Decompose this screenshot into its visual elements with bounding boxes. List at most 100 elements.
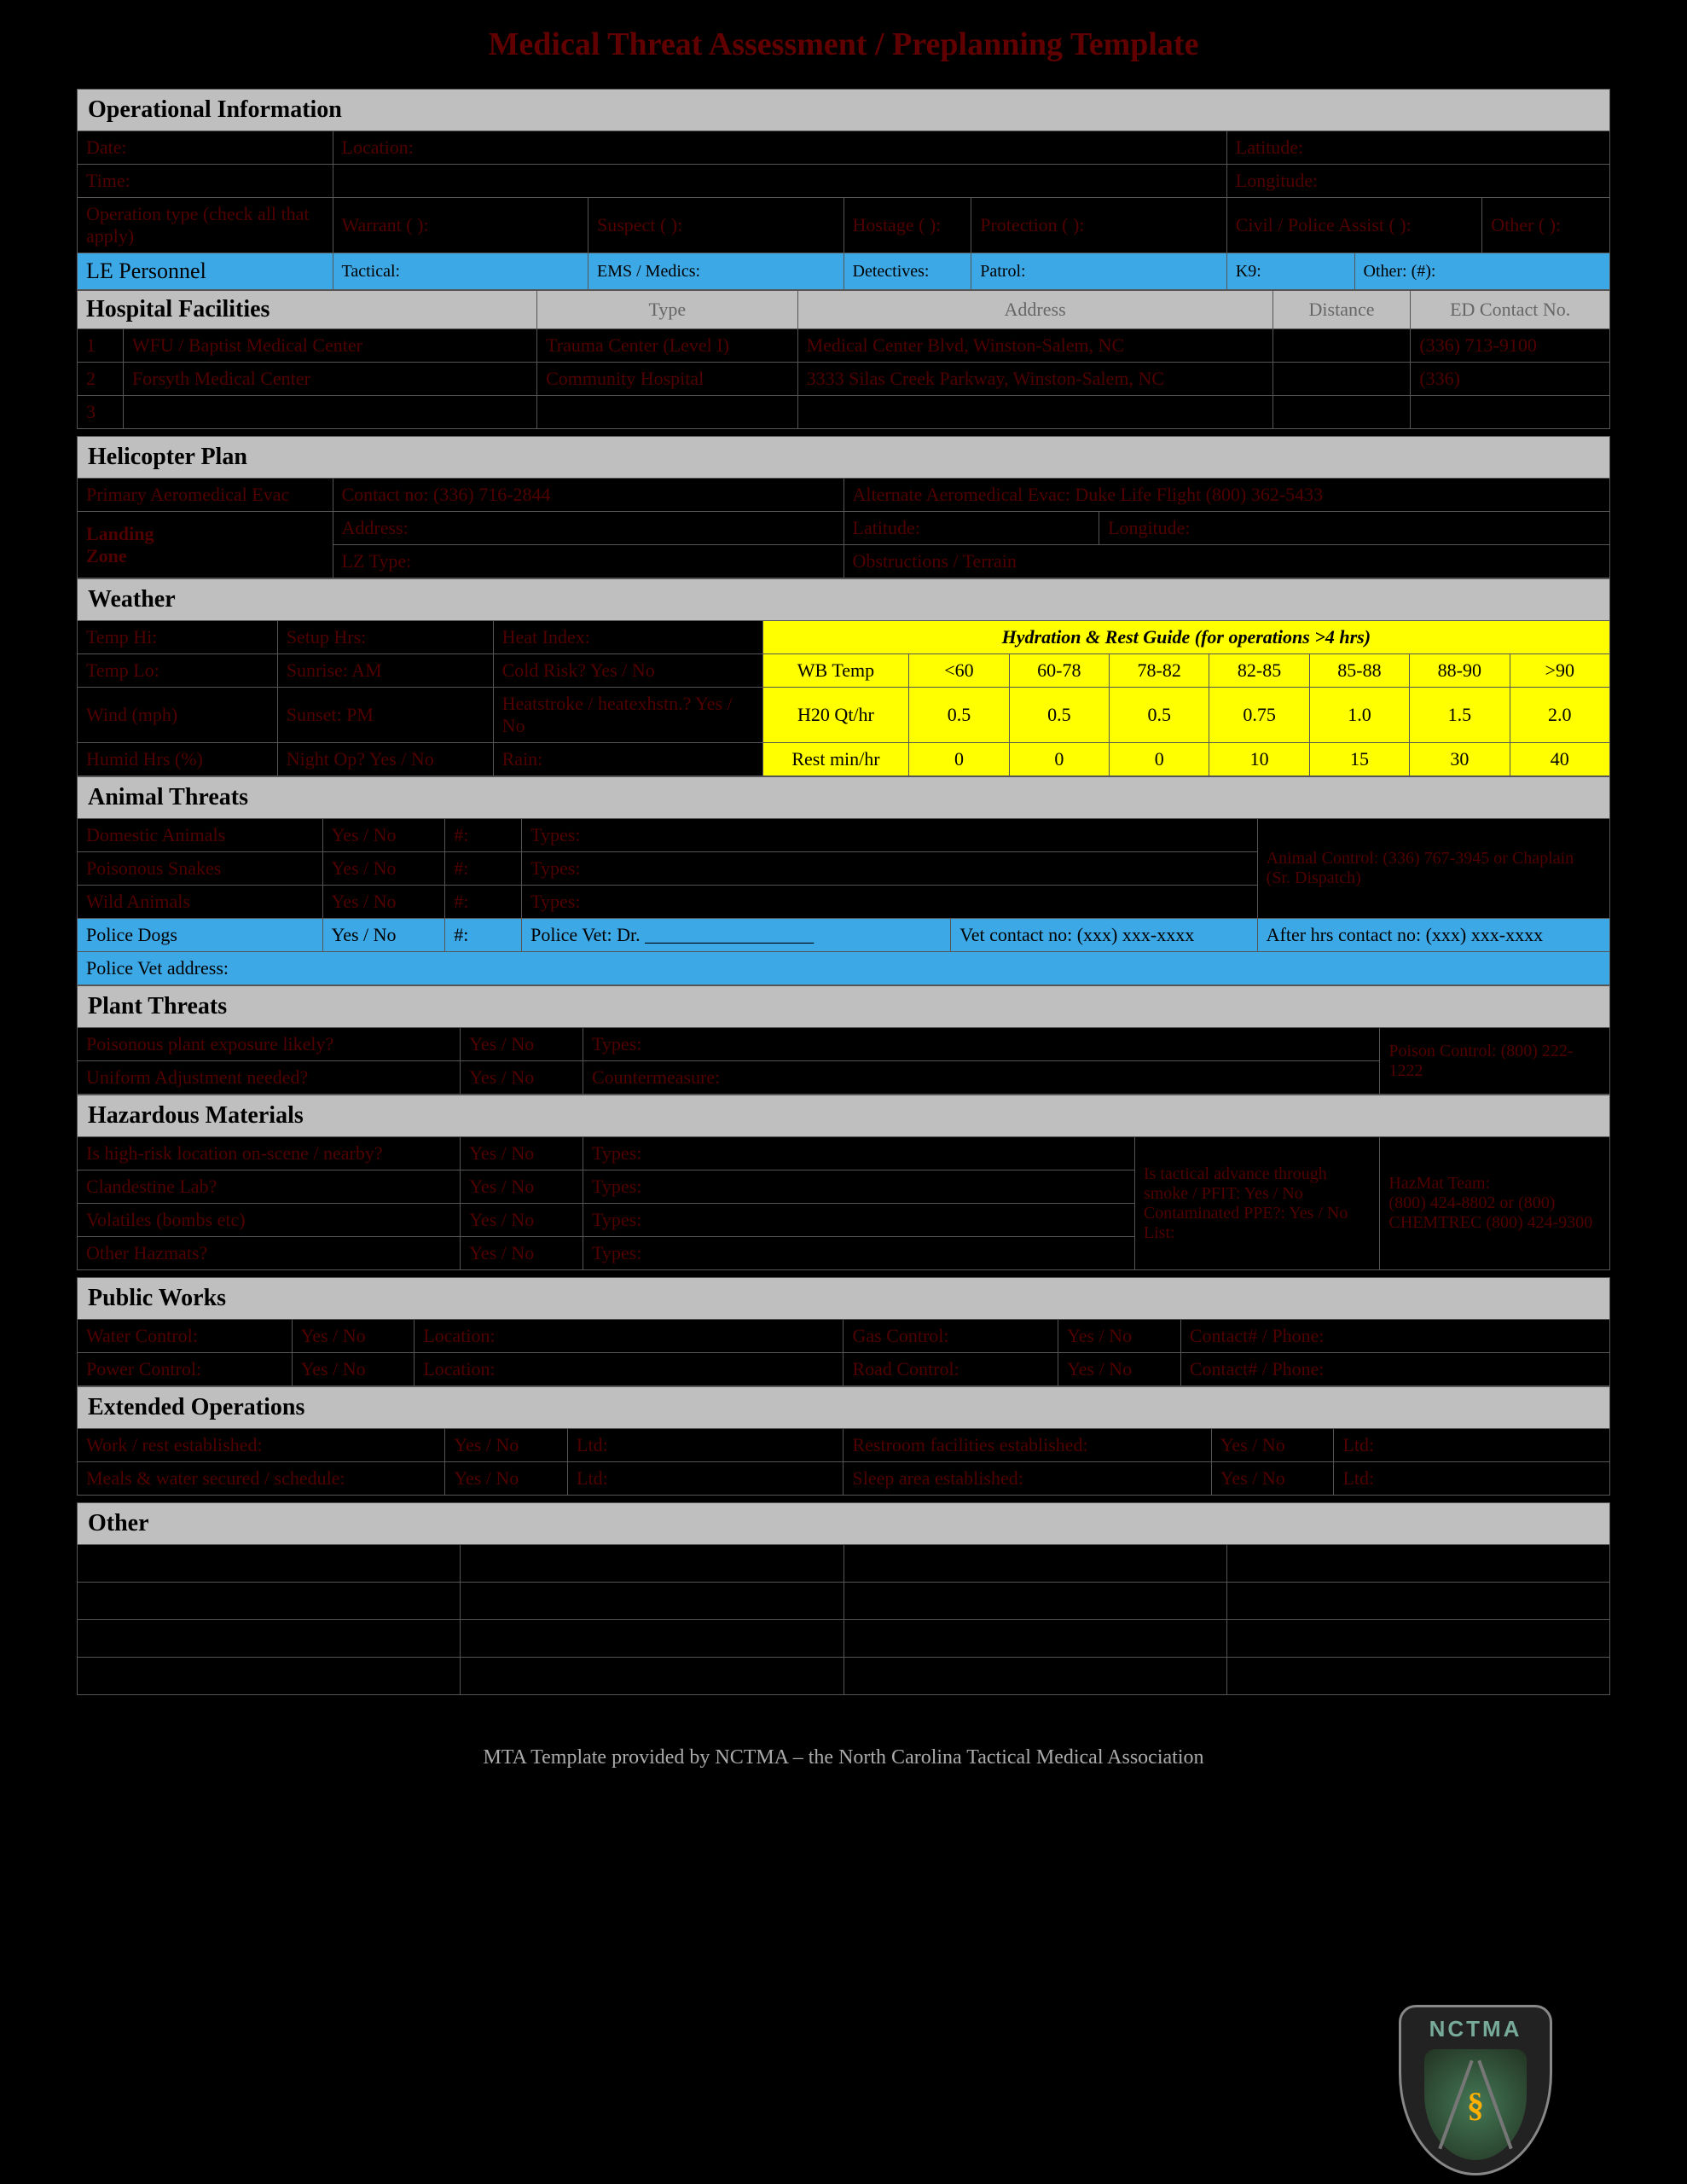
hosp-name[interactable] bbox=[123, 396, 536, 429]
other-cell[interactable] bbox=[1226, 1583, 1609, 1620]
w-rain[interactable]: Rain: bbox=[493, 743, 762, 776]
w-setup-hrs[interactable]: Setup Hrs: bbox=[277, 621, 493, 654]
location-field[interactable]: Location: bbox=[415, 1353, 844, 1386]
location-field[interactable]: Location: bbox=[415, 1320, 844, 1353]
w-temp-lo[interactable]: Temp Lo: bbox=[78, 654, 278, 688]
other-cell[interactable] bbox=[844, 1658, 1226, 1695]
yes-no-field[interactable]: Yes / No bbox=[1211, 1429, 1334, 1462]
yes-no-field[interactable]: Yes / No bbox=[322, 819, 445, 852]
yes-no-field[interactable]: Yes / No bbox=[322, 919, 445, 952]
other-cell[interactable] bbox=[1226, 1620, 1609, 1658]
count-field[interactable]: #: bbox=[445, 919, 522, 952]
op-longitude[interactable]: Longitude: bbox=[1226, 165, 1609, 198]
op-latitude[interactable]: Latitude: bbox=[1226, 131, 1609, 165]
yes-no-field[interactable]: Yes / No bbox=[445, 1429, 568, 1462]
yes-no-field[interactable]: Yes / No bbox=[461, 1204, 583, 1237]
w-sunrise[interactable]: Sunrise: AM bbox=[277, 654, 493, 688]
other-cell[interactable] bbox=[78, 1545, 461, 1583]
w-cold-risk[interactable]: Cold Risk? Yes / No bbox=[493, 654, 762, 688]
ltd-field[interactable]: Ltd: bbox=[568, 1429, 844, 1462]
types-field[interactable]: Types: bbox=[583, 1137, 1135, 1170]
w-sunset[interactable]: Sunset: PM bbox=[277, 688, 493, 743]
yes-no-field[interactable]: Yes / No bbox=[1058, 1353, 1181, 1386]
heli-latitude[interactable]: Latitude: bbox=[844, 512, 1099, 545]
after-hrs-contact[interactable]: After hrs contact no: (xxx) xxx-xxxx bbox=[1257, 919, 1609, 952]
heli-address[interactable]: Address: bbox=[333, 512, 844, 545]
yes-no-field[interactable]: Yes / No bbox=[322, 852, 445, 886]
ltd-field[interactable]: Ltd: bbox=[568, 1462, 844, 1496]
vet-contact[interactable]: Vet contact no: (xxx) xxx-xxxx bbox=[951, 919, 1257, 952]
op-suspect[interactable]: Suspect ( ): bbox=[588, 198, 844, 253]
types-field[interactable]: Types: bbox=[522, 819, 1258, 852]
op-protection[interactable]: Protection ( ): bbox=[971, 198, 1227, 253]
op-warrant[interactable]: Warrant ( ): bbox=[333, 198, 588, 253]
yes-no-field[interactable]: Yes / No bbox=[292, 1320, 415, 1353]
ltd-field[interactable]: Ltd: bbox=[1334, 1429, 1610, 1462]
hosp-distance[interactable] bbox=[1272, 329, 1411, 363]
yes-no-field[interactable]: Yes / No bbox=[461, 1237, 583, 1270]
hosp-ed[interactable] bbox=[1411, 396, 1610, 429]
contact-field[interactable]: Contact# / Phone: bbox=[1180, 1353, 1609, 1386]
w-temp-hi[interactable]: Temp Hi: bbox=[78, 621, 278, 654]
yes-no-field[interactable]: Yes / No bbox=[461, 1170, 583, 1204]
types-field[interactable]: Types: bbox=[583, 1170, 1135, 1204]
yes-no-field[interactable]: Yes / No bbox=[292, 1353, 415, 1386]
other-cell[interactable] bbox=[844, 1545, 1226, 1583]
w-night-op[interactable]: Night Op? Yes / No bbox=[277, 743, 493, 776]
count-field[interactable]: #: bbox=[445, 819, 522, 852]
hosp-name[interactable]: Forsyth Medical Center bbox=[123, 363, 536, 396]
op-civil[interactable]: Civil / Police Assist ( ): bbox=[1226, 198, 1482, 253]
heli-longitude[interactable]: Longitude: bbox=[1099, 512, 1610, 545]
hosp-ed[interactable]: (336) 713-9100 bbox=[1411, 329, 1610, 363]
other-cell[interactable] bbox=[461, 1658, 844, 1695]
le-k9[interactable]: K9: bbox=[1226, 253, 1354, 290]
other-cell[interactable] bbox=[78, 1620, 461, 1658]
tactical-risk[interactable]: Is tactical advance through smoke / PFIT… bbox=[1134, 1137, 1380, 1270]
heli-lztype[interactable]: LZ Type: bbox=[333, 545, 844, 578]
heli-alternate[interactable]: Alternate Aeromedical Evac: Duke Life Fl… bbox=[844, 479, 1610, 512]
op-time[interactable]: Time: bbox=[78, 165, 333, 198]
w-wind[interactable]: Wind (mph) bbox=[78, 688, 278, 743]
yes-no-field[interactable]: Yes / No bbox=[322, 886, 445, 919]
other-cell[interactable] bbox=[844, 1620, 1226, 1658]
yes-no-field[interactable]: Yes / No bbox=[461, 1028, 583, 1061]
other-cell[interactable] bbox=[461, 1545, 844, 1583]
le-ems[interactable]: EMS / Medics: bbox=[588, 253, 844, 290]
yes-no-field[interactable]: Yes / No bbox=[461, 1061, 583, 1095]
op-hostage[interactable]: Hostage ( ): bbox=[844, 198, 971, 253]
yes-no-field[interactable]: Yes / No bbox=[1058, 1320, 1181, 1353]
yes-no-field[interactable]: Yes / No bbox=[445, 1462, 568, 1496]
other-cell[interactable] bbox=[844, 1583, 1226, 1620]
yes-no-field[interactable]: Yes / No bbox=[1211, 1462, 1334, 1496]
op-location[interactable]: Location: bbox=[333, 131, 1226, 165]
hosp-address[interactable]: Medical Center Blvd, Winston-Salem, NC bbox=[797, 329, 1272, 363]
hosp-type[interactable]: Community Hospital bbox=[537, 363, 797, 396]
police-vet-address[interactable]: Police Vet address: bbox=[78, 952, 1610, 985]
w-humid[interactable]: Humid Hrs (%) bbox=[78, 743, 278, 776]
types-field[interactable]: Types: bbox=[583, 1204, 1135, 1237]
op-date[interactable]: Date: bbox=[78, 131, 333, 165]
le-detectives[interactable]: Detectives: bbox=[844, 253, 971, 290]
other-cell[interactable] bbox=[78, 1583, 461, 1620]
yes-no-field[interactable]: Yes / No bbox=[461, 1137, 583, 1170]
other-cell[interactable] bbox=[1226, 1658, 1609, 1695]
ltd-field[interactable]: Ltd: bbox=[1334, 1462, 1610, 1496]
types-field[interactable]: Types: bbox=[583, 1028, 1380, 1061]
other-cell[interactable] bbox=[461, 1620, 844, 1658]
count-field[interactable]: #: bbox=[445, 886, 522, 919]
w-heat-risk[interactable]: Heatstroke / heatexhstn.? Yes / No bbox=[493, 688, 762, 743]
le-other[interactable]: Other: (#): bbox=[1354, 253, 1610, 290]
heli-obstructions[interactable]: Obstructions / Terrain bbox=[844, 545, 1610, 578]
contact-field[interactable]: Contact# / Phone: bbox=[1180, 1320, 1609, 1353]
count-field[interactable]: #: bbox=[445, 852, 522, 886]
other-cell[interactable] bbox=[1226, 1545, 1609, 1583]
hosp-type[interactable]: Trauma Center (Level I) bbox=[537, 329, 797, 363]
hosp-address[interactable] bbox=[797, 396, 1272, 429]
hosp-ed[interactable]: (336) bbox=[1411, 363, 1610, 396]
types-field[interactable]: Types: bbox=[583, 1237, 1135, 1270]
le-tactical[interactable]: Tactical: bbox=[333, 253, 588, 290]
other-cell[interactable] bbox=[78, 1658, 461, 1695]
hosp-distance[interactable] bbox=[1272, 396, 1411, 429]
hosp-address[interactable]: 3333 Silas Creek Parkway, Winston-Salem,… bbox=[797, 363, 1272, 396]
other-cell[interactable] bbox=[461, 1583, 844, 1620]
